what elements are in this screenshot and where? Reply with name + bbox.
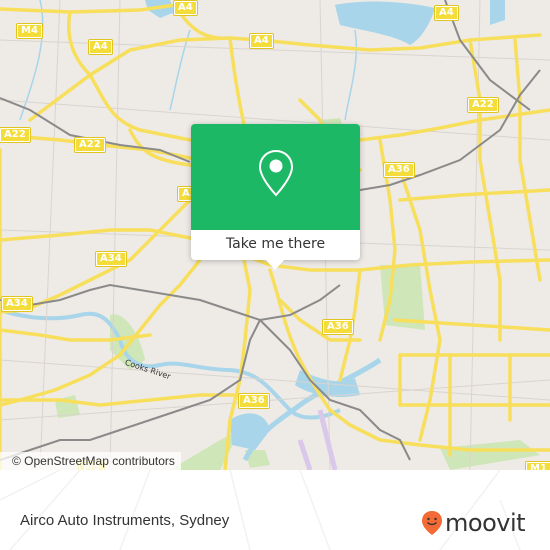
road-shield-a36: A36 — [383, 162, 415, 178]
popup-header — [191, 124, 360, 230]
road-shield-m4: M4 — [16, 23, 43, 39]
place-name: Airco Auto Instruments, Sydney — [20, 512, 230, 529]
moovit-wordmark: moovit — [445, 509, 526, 537]
road-shield-a4: A4 — [249, 33, 274, 49]
map-pin-icon — [258, 149, 294, 197]
road-shield-a4: A4 — [434, 5, 459, 21]
road-shield-a34: A34 — [95, 251, 127, 267]
take-me-there-button[interactable]: Take me there — [191, 230, 360, 260]
map-attribution[interactable]: © OpenStreetMap contributors — [0, 452, 181, 470]
road-shield-a36: A36 — [238, 393, 270, 409]
road-shield-a22: A22 — [0, 127, 31, 143]
road-shield-a22: A22 — [467, 97, 499, 113]
road-shield-a22: A22 — [74, 137, 106, 153]
road-shield-a36: A36 — [322, 319, 354, 335]
road-shield-a34: A34 — [1, 296, 33, 312]
location-popup[interactable]: Take me there — [191, 124, 360, 270]
road-shield-a4: A4 — [88, 39, 113, 55]
moovit-pin-icon — [422, 511, 442, 535]
road-shield-a4: A4 — [173, 0, 198, 16]
popup-tail — [266, 260, 284, 270]
moovit-logo[interactable]: moovit — [421, 509, 526, 537]
road-shield-m1: M1 — [525, 461, 550, 470]
